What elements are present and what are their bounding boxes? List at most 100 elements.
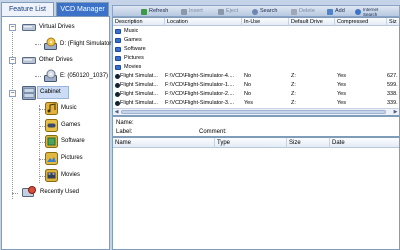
cell-description: Flight Simulat... xyxy=(120,82,158,88)
item-description: Software xyxy=(124,46,146,52)
search-label: Search xyxy=(260,8,278,14)
tree-item-label: D: (Flight Simulator 5 xyxy=(60,41,117,47)
cell-location: F:\VCD\Flight-Simulator-3.... xyxy=(165,100,235,106)
cell-in-use: No xyxy=(244,73,252,79)
column-header-compressed[interactable]: Compressed xyxy=(335,18,387,26)
cell-description: Flight Simulat... xyxy=(120,100,158,106)
tree-item-label: Games xyxy=(61,122,81,128)
folder-icon xyxy=(115,38,121,43)
list-item[interactable]: Software xyxy=(113,45,399,54)
software-icon xyxy=(45,135,58,148)
name-label: Name: xyxy=(116,120,134,126)
list-item[interactable]: Movies xyxy=(113,63,399,72)
column-header-in-use[interactable]: In-Use xyxy=(242,18,289,26)
tree-item-label: Cabinet xyxy=(40,89,61,95)
cell-size: 338. xyxy=(387,91,398,97)
globe-icon xyxy=(355,9,361,15)
column-header-description[interactable]: Description xyxy=(113,18,165,26)
column-header-size[interactable]: Size xyxy=(287,138,330,148)
contents-list: Name Type Size Date xyxy=(112,137,400,250)
folder-icon xyxy=(115,47,121,52)
cell-in-use: No xyxy=(244,91,252,97)
collapse-toggle[interactable]: − xyxy=(9,24,16,31)
tree-item-label: Other Drives xyxy=(39,57,73,63)
cell-description: Flight Simulat... xyxy=(120,91,158,97)
collapse-toggle[interactable]: − xyxy=(9,90,16,97)
cd-drive-icon xyxy=(44,69,57,82)
scroll-left-arrow-icon[interactable]: ◀ xyxy=(113,109,120,115)
list-item[interactable]: Pictures xyxy=(113,54,399,63)
eject-icon xyxy=(218,9,224,15)
tree-connector xyxy=(12,29,13,199)
horizontal-scrollbar[interactable]: ◀ ▶ xyxy=(113,108,399,115)
folder-icon xyxy=(115,65,121,70)
item-description: Music xyxy=(124,28,139,34)
table-row[interactable]: Flight Simulat... F:\VCD\Flight-Simulato… xyxy=(113,72,399,81)
collapse-toggle[interactable]: − xyxy=(9,57,16,64)
insert-label: Insert xyxy=(189,8,203,14)
internet-search-label: Internet Search xyxy=(363,7,379,17)
tab-vcd-manager[interactable]: VCD Manager xyxy=(56,2,109,16)
table-row[interactable]: Flight Simulat... F:\VCD\Flight-Simulato… xyxy=(113,99,399,108)
cell-default-drive: Z: xyxy=(291,91,296,97)
scroll-right-arrow-icon[interactable]: ▶ xyxy=(392,109,399,115)
column-header-date[interactable]: Date xyxy=(330,138,400,148)
item-description: Pictures xyxy=(124,55,144,61)
eject-label: Eject xyxy=(226,8,239,14)
tab-feature-list[interactable]: Feature List xyxy=(1,2,54,16)
search-icon xyxy=(252,9,258,15)
column-header-type[interactable]: Type xyxy=(215,138,287,148)
cell-location: F:\VCD\Flight-Simulator-1.... xyxy=(165,82,235,88)
tree-connector xyxy=(35,76,41,77)
music-icon xyxy=(45,102,58,115)
drive-icon xyxy=(22,24,36,31)
drive-icon xyxy=(22,57,36,64)
tree-connector xyxy=(39,105,40,183)
pictures-icon xyxy=(45,152,58,165)
cell-compressed: Yes xyxy=(337,100,346,106)
folder-icon xyxy=(115,56,121,61)
list-item[interactable]: Music xyxy=(113,27,399,36)
cabinet-icon xyxy=(22,86,36,100)
delete-icon xyxy=(291,9,297,15)
list-header: Description Location In-Use Default Driv… xyxy=(113,18,399,26)
cell-compressed: Yes xyxy=(337,91,346,97)
tree-item-label: Pictures xyxy=(61,155,83,161)
cell-location: F:\VCD\Flight-Simulator-4.... xyxy=(165,73,235,79)
cell-size: 627. xyxy=(387,73,398,79)
label-label: Label: xyxy=(116,129,133,135)
comment-label: Comment: xyxy=(199,129,227,135)
cell-in-use: Yes xyxy=(244,100,253,106)
cell-compressed: Yes xyxy=(337,82,346,88)
tree-item-label: Movies xyxy=(61,172,81,178)
cell-location: F:\VCD\Flight-Simulator-2.... xyxy=(165,91,235,97)
toolbar: Refresh Insert Eject Search Delete Add I… xyxy=(112,5,400,17)
column-header-location[interactable]: Location xyxy=(165,18,242,26)
table-row[interactable]: Flight Simulat... F:\VCD\Flight-Simulato… xyxy=(113,81,399,90)
insert-icon xyxy=(181,9,187,15)
list-item[interactable]: Games xyxy=(113,36,399,45)
refresh-icon xyxy=(141,9,147,15)
cell-default-drive: Z: xyxy=(291,82,296,88)
tree-item-label: Virtual Drives xyxy=(39,24,75,30)
tree-connector xyxy=(35,44,41,45)
delete-label: Delete xyxy=(299,8,315,14)
cell-size: 599. xyxy=(387,82,398,88)
column-header-name[interactable]: Name xyxy=(113,138,215,148)
refresh-label: Refresh xyxy=(149,8,169,14)
cell-in-use: No xyxy=(244,82,252,88)
table-row[interactable]: Flight Simulat... F:\VCD\Flight-Simulato… xyxy=(113,90,399,99)
scrollbar-thumb[interactable] xyxy=(121,110,386,114)
vcd-list: Description Location In-Use Default Driv… xyxy=(112,17,400,116)
add-icon xyxy=(327,9,333,15)
tree-connector xyxy=(12,193,18,194)
games-icon xyxy=(45,119,58,132)
add-label: Add xyxy=(335,8,345,14)
tree-item-cabinet[interactable]: Cabinet xyxy=(37,86,69,99)
column-header-default-drive[interactable]: Default Drive xyxy=(289,18,335,26)
tree-item-label: E: (050120_1037) xyxy=(60,73,109,79)
contents-header: Name Type Size Date xyxy=(113,138,399,148)
item-description: Games xyxy=(124,37,142,43)
drive-tree-panel: − Virtual Drives D: (Flight Simulator 5 … xyxy=(1,16,116,250)
column-header-size[interactable]: Siz xyxy=(387,18,400,26)
